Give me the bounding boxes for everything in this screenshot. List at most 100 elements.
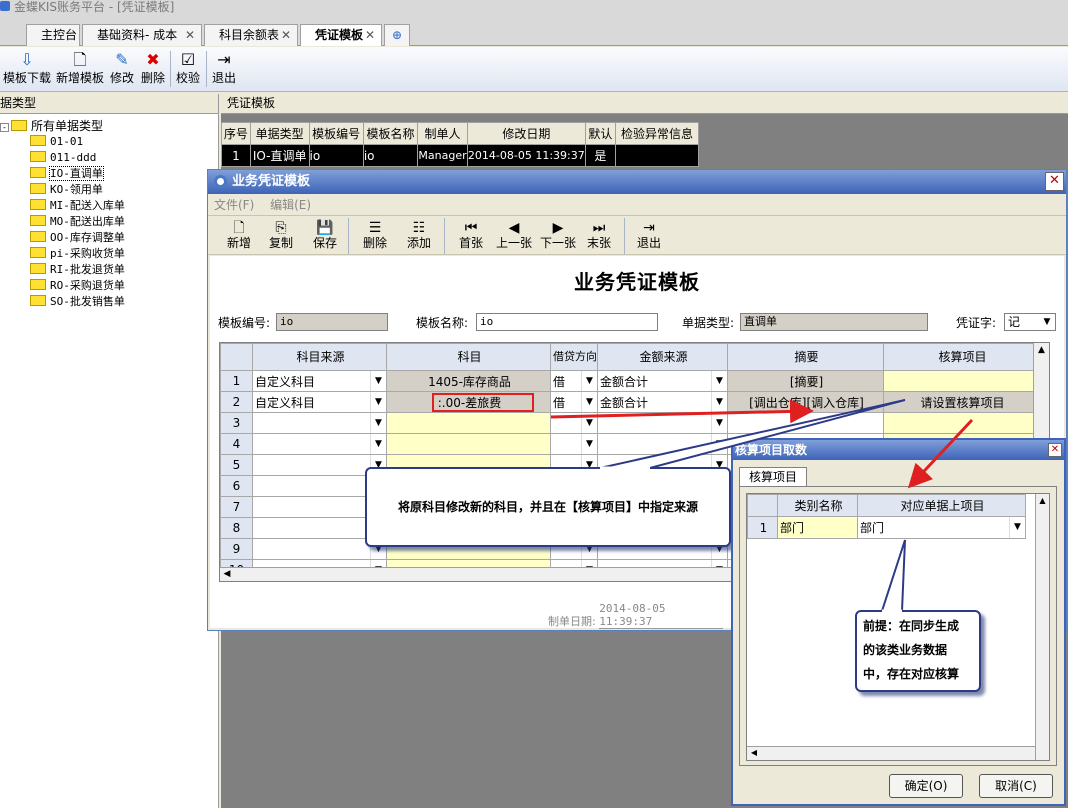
chevron-down-icon[interactable]: ▼ <box>581 392 597 412</box>
column-header[interactable]: 金额来源 <box>597 343 728 371</box>
menu-file[interactable]: 文件(F) <box>214 198 254 212</box>
column-header[interactable]: 默认 <box>584 122 617 145</box>
tab-console[interactable]: 主控台 <box>26 24 80 46</box>
last-button[interactable]: ⏭ 末张 <box>584 219 614 253</box>
prev-button[interactable]: ◀ 上一张 <box>494 219 534 253</box>
direction-cell[interactable]: 借 ▼ <box>550 370 598 392</box>
mapping-cell[interactable]: 部门 ▼ <box>857 516 1026 539</box>
column-header[interactable]: 制单人 <box>417 122 468 145</box>
column-header[interactable]: 对应单据上项目 <box>857 494 1026 517</box>
column-header[interactable]: 序号 <box>221 122 251 145</box>
collapse-icon[interactable]: - <box>0 123 9 132</box>
tab-voucher-template[interactable]: 凭证模板 ✕ <box>300 24 382 46</box>
check-button[interactable]: ☑ 校验 <box>174 49 202 89</box>
new-template-button[interactable]: 🗋 新增模板 <box>54 49 106 89</box>
source-cell[interactable]: ▼ <box>252 412 387 434</box>
tree-item[interactable]: SO-批发销售单 <box>30 294 125 310</box>
tree-item[interactable]: 01-01 <box>30 134 83 150</box>
tab-basic-data[interactable]: 基础资料- 成本 ✕ <box>82 24 202 46</box>
close-icon[interactable]: ✕ <box>185 25 195 45</box>
delete-row-button[interactable]: ☰ 删除 <box>358 219 392 253</box>
first-button[interactable]: ⏮ 首张 <box>454 219 488 253</box>
ok-button[interactable]: 确定(O) <box>889 774 963 798</box>
column-header[interactable]: 核算项目 <box>883 343 1040 371</box>
tree-item[interactable]: RI-批发退货单 <box>30 262 125 278</box>
chevron-down-icon[interactable]: ▼ <box>711 413 727 433</box>
column-header[interactable]: 模板编号 <box>308 122 364 145</box>
edit-button[interactable]: ✎ 修改 <box>108 49 136 89</box>
table-row[interactable]: 1 自定义科目 ▼ 1405-库存商品 借 ▼ 金额合计 ▼ [摘要] <box>220 370 1040 392</box>
cancel-button[interactable]: 取消(C) <box>979 774 1053 798</box>
close-icon[interactable]: ✕ <box>1048 443 1062 457</box>
source-cell[interactable]: ▼ <box>252 433 387 455</box>
amount-cell[interactable]: 金额合计 ▼ <box>597 391 728 413</box>
tree-item-selected[interactable]: IO-直调单 <box>30 166 104 182</box>
tree-item[interactable]: MI-配送入库单 <box>30 198 125 214</box>
vertical-scrollbar[interactable]: ▲ <box>1035 494 1049 760</box>
account-cell[interactable] <box>386 412 551 434</box>
table-row[interactable]: 1 部门 部门 ▼ <box>747 516 1026 539</box>
voucher-word-select[interactable]: 记 ▼ <box>1004 313 1056 331</box>
new-button[interactable]: 🗋 新增 <box>222 219 256 253</box>
accounting-item-cell[interactable] <box>883 370 1040 392</box>
table-row[interactable]: 3 ▼ ▼ ▼ <box>220 412 1040 434</box>
column-header[interactable]: 科目 <box>386 343 551 371</box>
source-cell[interactable]: 自定义科目 ▼ <box>252 370 387 392</box>
chevron-down-icon[interactable]: ▼ <box>370 413 386 433</box>
amount-cell[interactable]: ▼ <box>597 433 728 455</box>
tab-accounting-item[interactable]: 核算项目 <box>739 467 807 487</box>
template-download-button[interactable]: ⇩ 模板下载 <box>2 49 52 89</box>
tree-item[interactable]: pi-采购收货单 <box>30 246 125 262</box>
direction-cell[interactable]: ▼ <box>550 412 598 434</box>
close-icon[interactable]: ✕ <box>1045 172 1064 191</box>
column-header[interactable]: 模板名称 <box>362 122 419 145</box>
accounting-item-cell[interactable] <box>883 412 1040 434</box>
next-button[interactable]: ▶ 下一张 <box>538 219 578 253</box>
scroll-up-icon[interactable]: ▲ <box>1034 343 1049 357</box>
column-header[interactable]: 类别名称 <box>777 494 858 517</box>
scroll-left-icon[interactable]: ◀ <box>747 747 761 759</box>
exit-button[interactable]: ⇥ 退出 <box>210 49 238 89</box>
chevron-down-icon[interactable]: ▼ <box>711 371 727 391</box>
column-header[interactable]: 单据类型 <box>249 122 310 145</box>
source-cell[interactable]: 自定义科目 ▼ <box>252 391 387 413</box>
chevron-down-icon[interactable]: ▼ <box>711 434 727 454</box>
close-icon[interactable]: ✕ <box>281 25 291 45</box>
tab-account-balance[interactable]: 科目余额表 ✕ <box>204 24 298 46</box>
tree-root[interactable]: - 所有单据类型 <box>0 118 103 134</box>
table-row[interactable]: 1 IO-直调单 io io Manager 2014-08-05 11:39:… <box>221 144 699 167</box>
tree-item[interactable]: RO-采购退货单 <box>30 278 125 294</box>
amount-cell[interactable]: ▼ <box>597 412 728 434</box>
chevron-down-icon[interactable]: ▼ <box>370 371 386 391</box>
delete-button[interactable]: ✖ 删除 <box>139 49 167 89</box>
column-header[interactable]: 科目来源 <box>252 343 387 371</box>
horizontal-scrollbar[interactable]: ◀ <box>747 746 1035 760</box>
column-header[interactable]: 摘要 <box>727 343 884 371</box>
table-row[interactable]: 2 自定义科目 ▼ :.00-差旅费 借 ▼ 金额合计 ▼ [调出仓库][调入仓库] … <box>220 391 1040 413</box>
scroll-left-icon[interactable]: ◀ <box>220 568 234 580</box>
chevron-down-icon[interactable]: ▼ <box>370 392 386 412</box>
chevron-down-icon[interactable]: ▼ <box>711 392 727 412</box>
account-cell[interactable]: 1405-库存商品 <box>386 370 551 392</box>
tree-item[interactable]: MO-配送出库单 <box>30 214 125 230</box>
summary-cell[interactable] <box>727 412 884 434</box>
dialog-title-bar[interactable]: 业务凭证模板 ✕ <box>208 170 1066 194</box>
add-row-button[interactable]: ☷ 添加 <box>402 219 436 253</box>
chevron-down-icon[interactable]: ▼ <box>581 413 597 433</box>
chevron-down-icon[interactable]: ▼ <box>581 434 597 454</box>
column-header[interactable]: 检验异常信息 <box>615 122 699 145</box>
summary-cell[interactable]: [摘要] <box>727 370 884 392</box>
menu-edit[interactable]: 编辑(E) <box>270 198 311 212</box>
column-header[interactable]: 借贷方向 <box>550 343 598 371</box>
tree-item[interactable]: OO-库存调整单 <box>30 230 125 246</box>
accounting-item-cell[interactable]: 请设置核算项目 <box>883 391 1040 413</box>
chevron-down-icon[interactable]: ▼ <box>1039 314 1055 330</box>
column-header[interactable]: 修改日期 <box>466 122 586 145</box>
exit-button[interactable]: ⇥ 退出 <box>634 219 664 253</box>
new-tab-button[interactable]: ⊕ <box>384 24 410 46</box>
tree-item[interactable]: KO-领用单 <box>30 182 103 198</box>
summary-cell[interactable]: [调出仓库][调入仓库] <box>727 391 884 413</box>
dialog-title-bar[interactable]: 核算项目取数 ✕ <box>733 440 1064 460</box>
account-cell[interactable] <box>386 433 551 455</box>
chevron-down-icon[interactable]: ▼ <box>581 371 597 391</box>
